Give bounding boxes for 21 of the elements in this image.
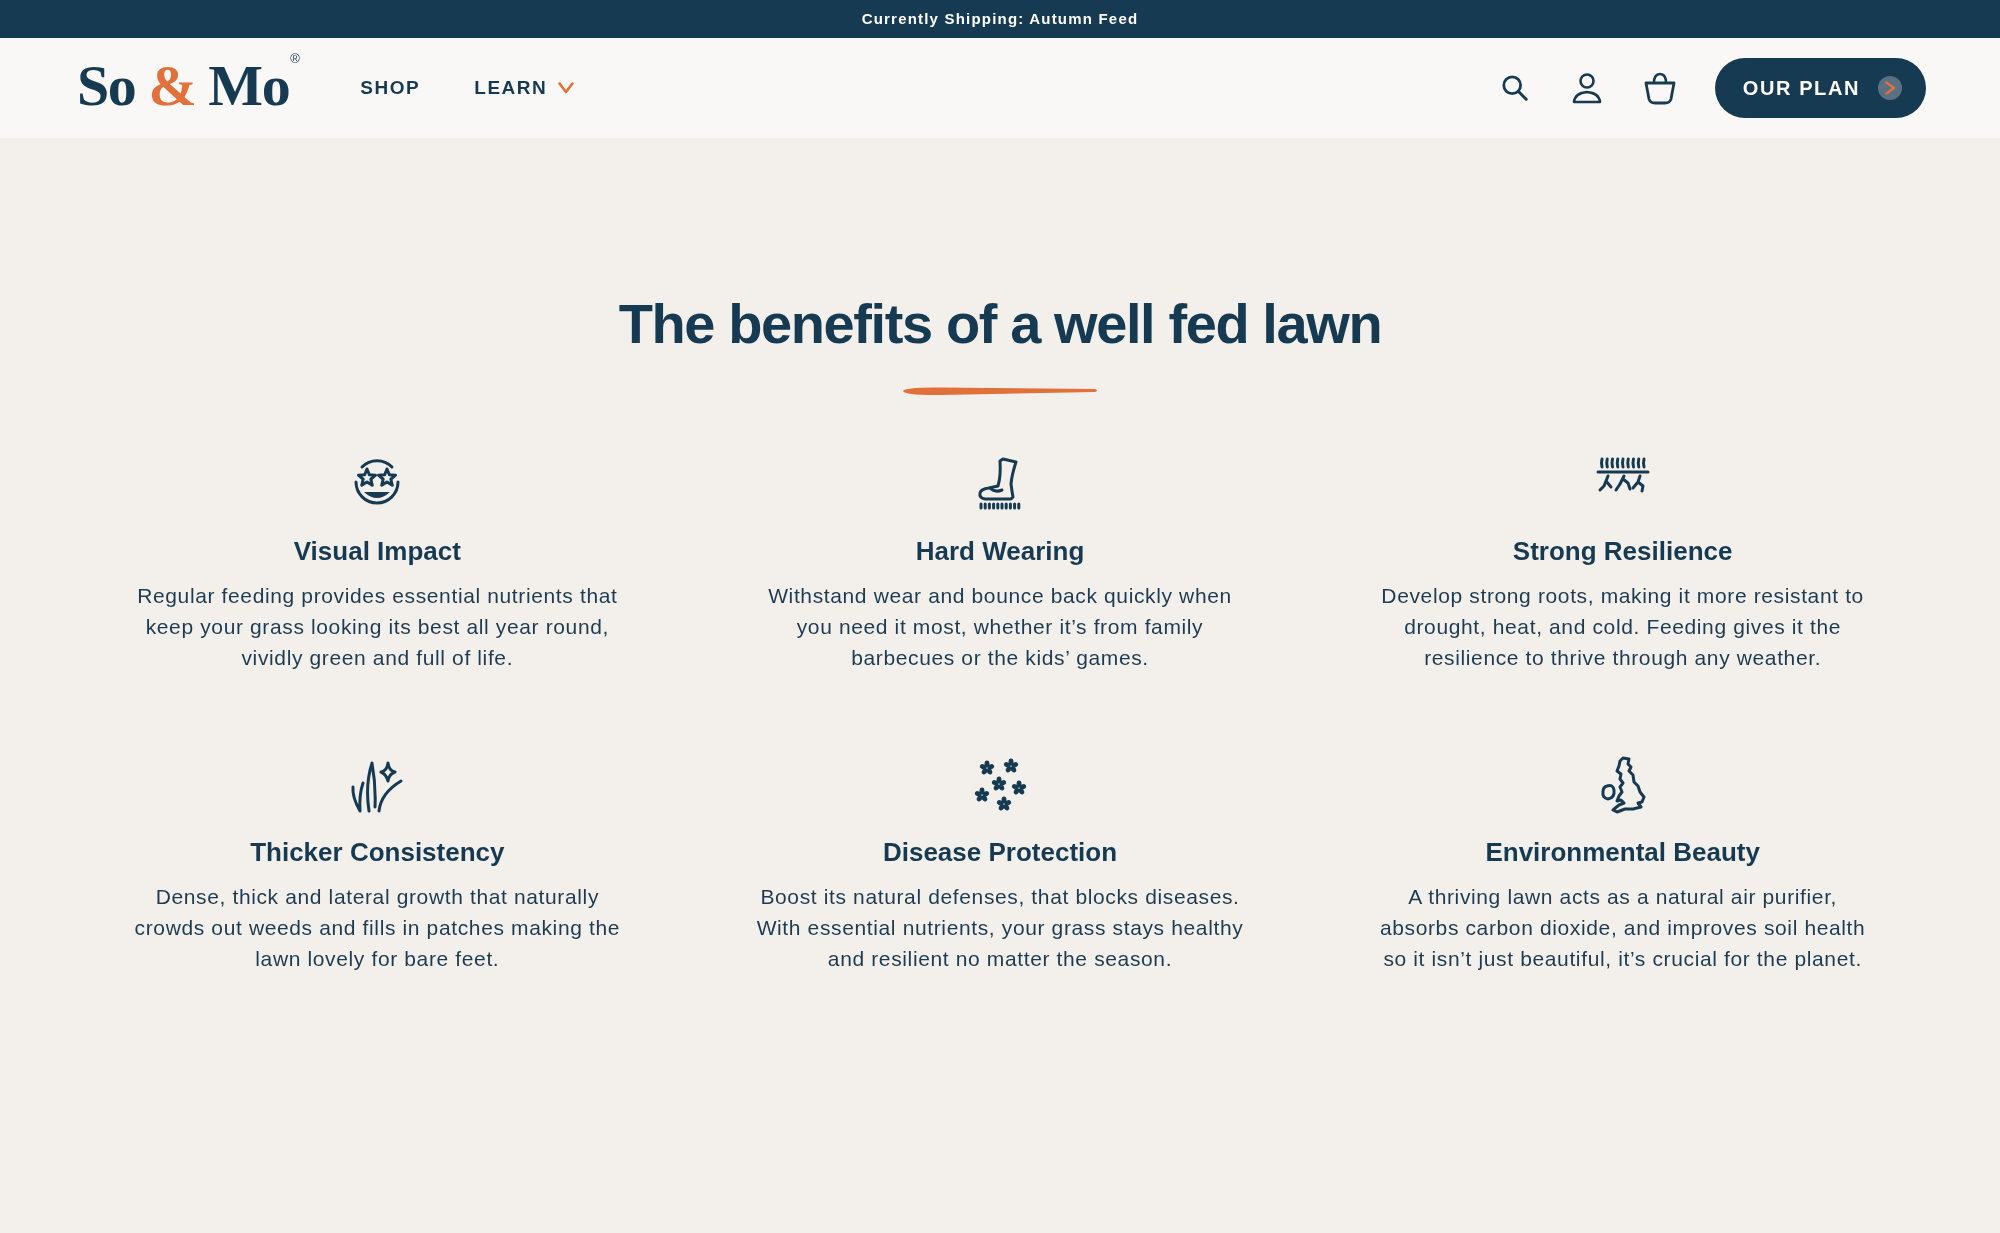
benefit-title: Strong Resilience (1512, 535, 1733, 568)
user-icon[interactable] (1570, 72, 1603, 104)
benefit-text: Dense, thick and lateral growth that naturally crowds out weeds and fills in patches making the lawn lovely for bare feet. (133, 884, 622, 972)
benefit-text: Develop strong roots, making it more resistant to drought, heat, and cold. Feeding gives it the resilience to thrive through any weather. (1380, 583, 1865, 671)
our-plan-button[interactable]: OUR PLAN (1714, 58, 1926, 118)
benefit-title: Environmental Beauty (1485, 836, 1760, 869)
benefit-text: Regular feeding provides essential nutrients that keep your grass looking its best all year round, vividly green and full of life. (136, 583, 619, 671)
announcement-text: Currently Shipping: Autumn Feed (861, 8, 1139, 29)
benefit-text: Withstand wear and bounce back quickly when you need it most, whether it’s from family barbecues or the kids’ games. (767, 583, 1233, 671)
shopping-bag-icon[interactable] (1642, 71, 1677, 105)
benefit-title: Disease Protection (882, 836, 1118, 869)
benefit-text: Boost its natural defenses, that blocks diseases. With essential nutrients, your grass stays healthy and resilient no matter the season. (755, 884, 1245, 972)
search-icon[interactable] (1500, 74, 1529, 102)
benefit-title: Visual Impact (293, 535, 461, 568)
benefit-text: A thriving lawn acts as a natural air purifier, absorbs carbon dioxide, and improves soil health so it isn’t just beautiful, it’s crucial for the planet. (1378, 884, 1867, 972)
section-title: The benefits of a well fed lawn (618, 292, 1382, 356)
nav-link[interactable]: SHOP (360, 73, 421, 103)
benefit-title: Thicker Consistency (250, 836, 505, 869)
nav-link[interactable]: LEARN (474, 73, 575, 103)
chevron-right-icon (1878, 76, 1902, 100)
benefit-title: Hard Wearing (915, 535, 1085, 568)
